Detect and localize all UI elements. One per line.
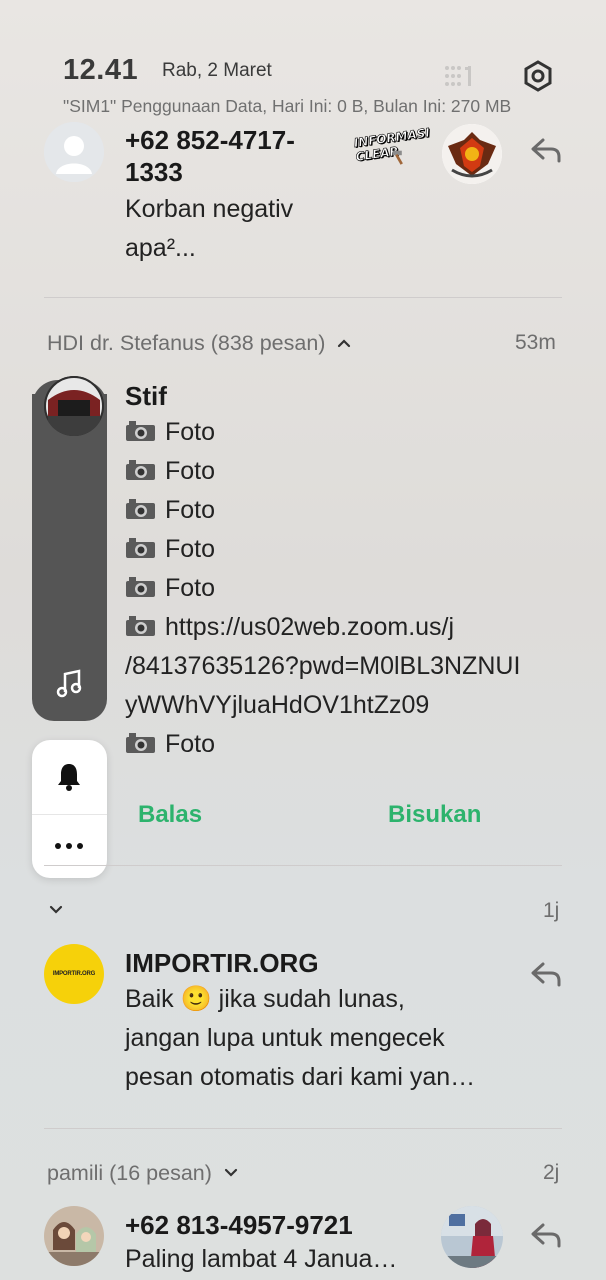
message-line: Foto — [125, 569, 520, 608]
message-line: Foto — [125, 491, 520, 530]
message-text-cont: apa²... — [125, 234, 196, 262]
camera-icon — [126, 733, 155, 753]
camera-icon — [126, 538, 155, 558]
notification-item[interactable]: IMPORTIR.ORG IMPORTIR.ORG Baik 🙂 jika su… — [0, 940, 606, 1100]
collapsed-time: 1j — [543, 899, 560, 922]
large-icon — [442, 124, 502, 184]
message-text-cont: pesan otomatis dari kami yan… — [125, 1063, 476, 1091]
camera-icon — [126, 577, 155, 597]
camera-icon — [126, 616, 155, 636]
sender-name: IMPORTIR.ORG — [125, 948, 319, 978]
message-line-link-cont: /84137635126?pwd=M0lBL3NZNUI — [125, 652, 521, 680]
group-time: 2j — [543, 1161, 560, 1184]
camera-icon — [126, 460, 155, 480]
message-line-link-cont: yWWhVYjluaHdOV1htZz09 — [125, 691, 430, 719]
message-text-cont: jangan lupa untuk mengecek — [125, 1024, 445, 1052]
message-text: Paling lambat 4 Janua… — [125, 1245, 398, 1273]
sender-name: Stif — [125, 381, 167, 411]
date: Rab, 2 Maret — [162, 60, 272, 81]
person-placeholder-icon — [44, 122, 104, 182]
clock: 12.41 — [63, 54, 139, 86]
notification-item[interactable]: +62 852-4717- 1333 Korban negativ apa²..… — [0, 118, 606, 288]
avatar — [44, 376, 104, 436]
message-line: Foto — [125, 452, 520, 491]
hammer-icon — [392, 150, 403, 165]
sender-name: +62 852-4717- — [125, 125, 295, 155]
group-time: 53m — [515, 331, 556, 354]
reply-icon[interactable] — [529, 1220, 563, 1250]
message-line: Foto — [125, 530, 520, 569]
reply-icon[interactable] — [529, 135, 563, 165]
group-header[interactable]: HDI dr. Stefanus (838 pesan) — [47, 331, 351, 356]
chevron-down-icon[interactable] — [49, 905, 63, 915]
divider — [32, 814, 107, 815]
music-side-panel[interactable] — [32, 394, 107, 721]
camera-icon — [126, 421, 155, 441]
photo-thumbnail-icon — [441, 1206, 503, 1268]
mute-button[interactable]: Bisukan — [388, 801, 481, 829]
chevron-up-icon[interactable] — [337, 338, 351, 348]
group-photo-icon — [44, 1206, 104, 1266]
message-line-link: https://us02web.zoom.us/j — [125, 608, 520, 647]
message-text: Korban negativ — [125, 195, 294, 223]
avatar-text: IMPORTIR.ORG — [52, 971, 96, 977]
reply-button[interactable]: Balas — [138, 801, 202, 829]
avatar — [44, 122, 104, 182]
notification-item[interactable]: +62 813-4957-9721 Paling lambat 4 Janua… — [0, 1200, 606, 1280]
avatar: IMPORTIR.ORG — [44, 944, 104, 1004]
chevron-down-icon[interactable] — [224, 1168, 238, 1178]
avatar — [44, 1206, 104, 1266]
profile-photo-icon — [44, 376, 104, 436]
data-usage-text: "SIM1" Penggunaan Data, Hari Ini: 0 B, B… — [63, 96, 512, 116]
reply-icon[interactable] — [529, 959, 563, 989]
sender-name: +62 813-4957-9721 — [125, 1210, 353, 1240]
divider — [44, 1128, 562, 1129]
more-options-icon[interactable] — [54, 842, 84, 850]
emblem-icon — [442, 124, 502, 184]
message-lines: Foto Foto Foto Foto Foto https://us02web… — [125, 413, 520, 764]
message-line: Foto — [125, 413, 520, 452]
sender-name-cont: 1333 — [125, 157, 183, 187]
divider — [44, 865, 562, 866]
message-text: Baik 🙂 jika sudah lunas, — [125, 985, 405, 1013]
music-note-icon[interactable] — [55, 668, 85, 698]
group-title: HDI dr. Stefanus (838 pesan) — [47, 331, 326, 355]
settings-icon[interactable] — [522, 60, 554, 92]
grid-dots-icon[interactable] — [444, 64, 476, 88]
divider — [44, 297, 562, 298]
camera-icon — [126, 499, 155, 519]
group-header[interactable]: pamili (16 pesan) — [47, 1161, 238, 1186]
message-line: Foto — [125, 725, 520, 764]
bell-icon[interactable] — [56, 761, 82, 791]
large-icon — [441, 1206, 503, 1268]
group-title: pamili (16 pesan) — [47, 1161, 212, 1185]
